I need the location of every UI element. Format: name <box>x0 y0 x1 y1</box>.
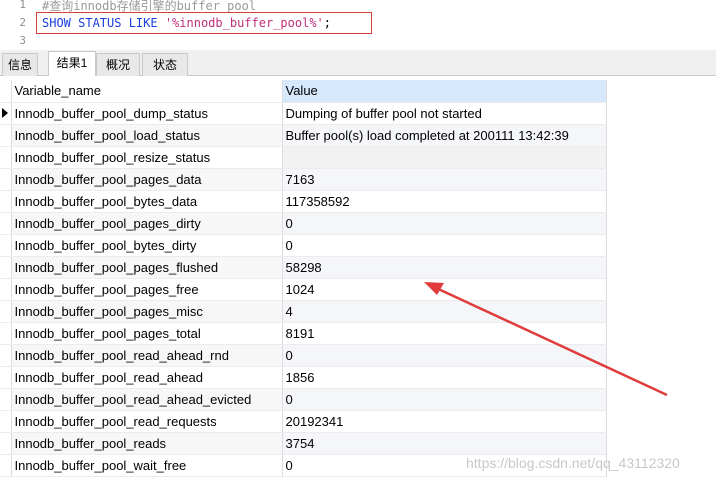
arrow-head <box>424 282 444 295</box>
arrow-shaft <box>433 285 668 397</box>
annotation-arrow <box>424 282 668 397</box>
